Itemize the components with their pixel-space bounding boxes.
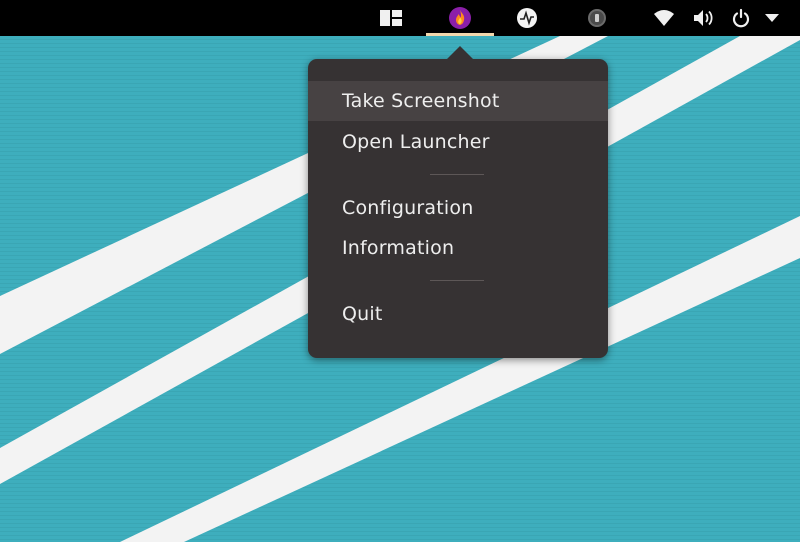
keyring-icon[interactable] [582, 0, 612, 36]
top-panel [0, 0, 800, 36]
chevron-down-icon[interactable] [760, 0, 784, 36]
menu-item-take-screenshot[interactable]: Take Screenshot [308, 81, 608, 121]
menu-separator [430, 280, 484, 281]
menu-item-open-launcher[interactable]: Open Launcher [308, 122, 608, 162]
menu-item-configuration[interactable]: Configuration [308, 188, 608, 228]
window-tiling-icon[interactable] [376, 0, 406, 36]
power-icon[interactable] [728, 0, 754, 36]
flameshot-icon[interactable] [443, 0, 477, 36]
volume-icon[interactable] [690, 0, 718, 36]
active-indicator [426, 33, 494, 36]
menu-item-information[interactable]: Information [308, 228, 608, 268]
menu-pointer [446, 46, 474, 60]
flameshot-tray-menu: Take Screenshot Open Launcher Configurat… [308, 59, 608, 358]
wifi-icon[interactable] [650, 0, 678, 36]
menu-separator [430, 174, 484, 175]
menu-item-quit[interactable]: Quit [308, 294, 608, 334]
clock-app-icon[interactable] [512, 0, 542, 36]
